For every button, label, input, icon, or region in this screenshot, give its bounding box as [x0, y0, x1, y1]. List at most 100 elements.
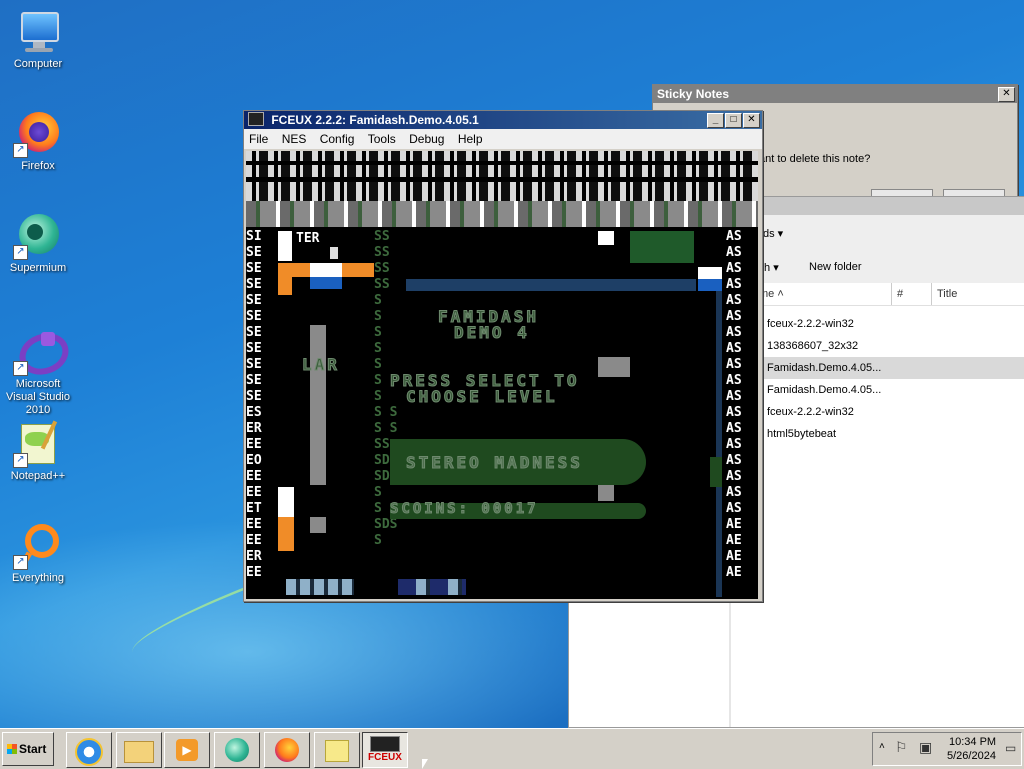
desktop-icon-everything[interactable]: ↗ Everything: [0, 522, 76, 585]
minimize-button[interactable]: _: [707, 113, 724, 128]
maximize-button[interactable]: □: [725, 113, 742, 128]
desktop-icon-notepadpp[interactable]: ↗ Notepad++: [0, 420, 76, 483]
fceux-label: FCEUX: [368, 752, 402, 763]
platform-orange: [278, 277, 292, 295]
sticky-notes-titlebar: Sticky Notes ✕: [653, 85, 1017, 103]
new-folder-button[interactable]: New folder: [809, 261, 862, 273]
prompt-line2: CHOOSE LEVEL: [406, 387, 558, 407]
menu-config[interactable]: Config: [315, 129, 360, 149]
visual-studio-icon: ↗: [13, 326, 75, 382]
bottom-bar: [398, 579, 466, 595]
platform-dark-blue: [406, 279, 696, 291]
emulator-screen[interactable]: SI SE SE SE SE SE SE SE SE SE SE ES ER E…: [246, 151, 758, 599]
shortcut-arrow-icon: ↗: [13, 453, 28, 468]
ter-fragment: TER: [296, 231, 320, 246]
menu-file[interactable]: File: [244, 129, 273, 149]
supermium-icon: ↗: [13, 212, 61, 260]
spike-icon: [330, 247, 338, 259]
desktop-icon-label: Firefox: [21, 160, 55, 172]
gray-block: [598, 357, 630, 377]
taskbar-ie[interactable]: [66, 732, 112, 768]
internet-explorer-icon: [75, 738, 103, 766]
taskbar: Start ▶ FCEUX ˄ ⚐ ▣ 10:34 PM 5/26/2024 ▭: [0, 728, 1024, 769]
show-desktop-icon[interactable]: ▭: [1005, 741, 1016, 755]
start-label: Start: [19, 742, 47, 756]
platform-white: [310, 263, 342, 277]
file-list: fceux-2.2.2-win32 138368607_32x32 Famida…: [731, 311, 1024, 727]
right-border-bar: [716, 291, 722, 597]
windows-logo-icon: [7, 744, 17, 754]
file-row[interactable]: Famidash.Demo.4.05...: [731, 379, 1024, 401]
firefox-icon: [275, 738, 299, 762]
breadcrumb-fragment[interactable]: ds ▾: [763, 227, 783, 240]
desktop-icon-label: Microsoft Visual Studio 2010: [5, 378, 70, 416]
clock-date[interactable]: 5/26/2024: [947, 750, 996, 762]
gray-pillar: [310, 325, 326, 485]
taskbar-media-player[interactable]: ▶: [164, 732, 210, 768]
bottom-bar: [286, 579, 354, 595]
firefox-icon: ↗: [13, 110, 61, 158]
sticky-notes-title: Sticky Notes: [657, 87, 730, 101]
system-tray: ˄ ⚐ ▣ 10:34 PM 5/26/2024 ▭: [872, 732, 1022, 766]
desktop-icon-label: Everything: [12, 572, 64, 584]
clock-time[interactable]: 10:34 PM: [949, 736, 996, 748]
menu-help[interactable]: Help: [453, 129, 488, 149]
menu-tools[interactable]: Tools: [363, 129, 401, 149]
file-row[interactable]: fceux-2.2.2-win32: [731, 401, 1024, 423]
level-name: STEREO MADNESS: [406, 453, 583, 473]
fceux-window: FCEUX 2.2.2: Famidash.Demo.4.05.1 _ □ ✕ …: [243, 110, 763, 602]
share-with-menu[interactable]: th ▾: [761, 261, 779, 274]
taskbar-sticky-notes[interactable]: [314, 732, 360, 768]
right-tile-column: AS AS AS AS AS AS AS AS AS AS AS AS AS A…: [726, 229, 742, 580]
desktop-icon-supermium[interactable]: ↗ Supermium: [0, 212, 76, 275]
desktop-icon-firefox[interactable]: ↗ Firefox: [0, 110, 76, 173]
game-title-line2: DEMO 4: [454, 323, 530, 343]
platform-blue: [310, 277, 342, 289]
desktop-icon-computer[interactable]: Computer: [0, 8, 76, 71]
file-row-selected[interactable]: Famidash.Demo.4.05...: [731, 357, 1024, 379]
close-button[interactable]: ✕: [743, 113, 760, 128]
sticky-notes-message: ant to delete this note?: [759, 153, 871, 165]
taskbar-supermium[interactable]: [214, 732, 260, 768]
action-center-flag-icon[interactable]: ⚐: [895, 739, 908, 756]
glitch-band: [246, 161, 758, 165]
gray-block: [310, 517, 326, 533]
platform-orange: [278, 517, 294, 551]
fceux-titlebar: FCEUX 2.2.2: Famidash.Demo.4.05.1 _ □ ✕: [244, 111, 762, 129]
taskbar-explorer[interactable]: [116, 732, 162, 768]
taskbar-fceux[interactable]: FCEUX: [362, 732, 408, 768]
gray-block: [598, 485, 614, 501]
column-header-title[interactable]: Title: [937, 288, 957, 300]
file-row[interactable]: html5bytebeat: [731, 423, 1024, 445]
show-hidden-icons-icon[interactable]: ˄: [879, 741, 885, 752]
fceux-menubar: File NES Config Tools Debug Help: [244, 129, 762, 149]
glitch-band: [246, 177, 758, 182]
desktop-icon-visual-studio[interactable]: ↗ Microsoft Visual Studio 2010: [0, 326, 76, 417]
supermium-icon: [225, 738, 249, 762]
start-button[interactable]: Start: [2, 732, 54, 766]
green-marker: [710, 457, 722, 487]
fceux-icon: [370, 736, 400, 752]
close-button[interactable]: ✕: [998, 87, 1015, 102]
menu-debug[interactable]: Debug: [404, 129, 449, 149]
white-block: [598, 231, 614, 245]
menu-nes[interactable]: NES: [277, 129, 312, 149]
column-header-number[interactable]: #: [897, 288, 903, 300]
desktop-icon-label: Supermium: [9, 262, 67, 274]
file-list-header: me ˄ # Title: [731, 283, 1024, 306]
computer-icon: [15, 8, 61, 54]
file-row[interactable]: fceux-2.2.2-win32: [731, 313, 1024, 335]
network-icon[interactable]: ▣: [919, 739, 932, 756]
fceux-app-icon: [248, 112, 264, 126]
fceux-title: FCEUX 2.2.2: Famidash.Demo.4.05.1: [271, 113, 479, 127]
shortcut-arrow-icon: ↗: [13, 143, 28, 158]
platform-blue: [698, 279, 722, 291]
desktop-icon-label: Notepad++: [10, 470, 66, 482]
glitch-band: [246, 201, 758, 227]
notepadpp-icon: ↗: [13, 420, 61, 468]
taskbar-firefox[interactable]: [264, 732, 310, 768]
sticky-notes-icon: [325, 740, 349, 762]
everything-icon: ↗: [13, 522, 61, 570]
left-tile-column: SI SE SE SE SE SE SE SE SE SE SE ES ER E…: [246, 229, 262, 580]
file-row[interactable]: 138368607_32x32: [731, 335, 1024, 357]
